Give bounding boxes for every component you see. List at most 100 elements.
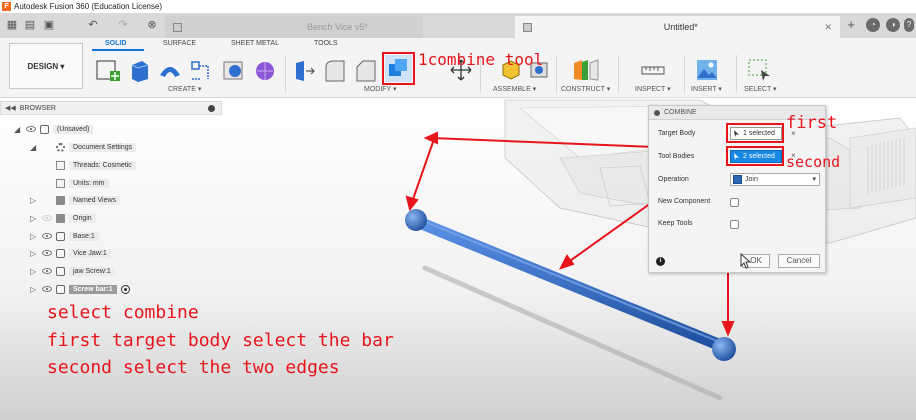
component-icon xyxy=(56,248,65,258)
expand-triangle-icon[interactable]: ▷ xyxy=(30,249,38,258)
collapse-icon[interactable]: ◀◀ xyxy=(5,104,16,112)
job-status-icon[interactable]: ◔ xyxy=(866,18,880,32)
visibility-eye-icon[interactable] xyxy=(42,268,52,274)
tab-sheet-metal[interactable]: SHEET METAL xyxy=(231,40,279,47)
tab-untitled[interactable]: Untitled* ✕ xyxy=(515,16,840,38)
expand-triangle-icon[interactable]: ▷ xyxy=(30,214,38,223)
create-form-icon[interactable] xyxy=(252,57,278,83)
group-assemble[interactable]: ASSEMBLE ▾ xyxy=(493,85,536,93)
tree-item-label: Threads: Cosmetic xyxy=(69,160,136,170)
group-select[interactable]: SELECT ▾ xyxy=(744,85,777,93)
tree-item-label: Vice Jaw:1 xyxy=(69,248,111,258)
cancel-button[interactable]: Cancel xyxy=(778,254,820,268)
tree-item-document-settings[interactable]: ◢ Document Settings xyxy=(30,140,137,154)
expand-triangle-icon[interactable]: ◢ xyxy=(30,143,38,152)
tree-item-label: Units: mm xyxy=(69,178,109,188)
close-doc-icon[interactable]: ⊗ xyxy=(146,17,158,33)
tab-solid[interactable]: SOLID xyxy=(105,40,126,47)
help-icon[interactable]: ? xyxy=(904,18,914,32)
info-icon[interactable]: i xyxy=(656,257,665,266)
group-inspect[interactable]: INSPECT ▾ xyxy=(635,85,671,93)
operation-dropdown[interactable]: Join ▾ xyxy=(730,173,820,186)
combine-icon[interactable] xyxy=(385,55,412,82)
tab-surface[interactable]: SURFACE xyxy=(163,40,196,47)
keep-tools-checkbox[interactable] xyxy=(730,220,739,229)
undo-icon[interactable]: ↶ xyxy=(86,17,100,33)
tree-item-origin[interactable]: ▷ Origin xyxy=(30,211,96,225)
measure-icon[interactable] xyxy=(640,57,666,83)
new-component-checkbox[interactable] xyxy=(730,198,739,207)
press-pull-icon[interactable] xyxy=(292,57,318,83)
group-separator xyxy=(285,55,286,93)
expand-triangle-icon[interactable]: ▷ xyxy=(30,285,38,294)
chamfer-icon[interactable] xyxy=(353,57,379,83)
window-select-icon[interactable] xyxy=(746,57,772,83)
workspace-switcher[interactable]: DESIGN ▾ xyxy=(9,43,83,89)
settings-doc-icon xyxy=(56,160,65,170)
settings-doc-icon xyxy=(56,178,65,188)
data-panel-grid-icon[interactable]: ▦ xyxy=(6,17,18,33)
fillet-icon[interactable] xyxy=(322,57,348,83)
sweep-icon[interactable] xyxy=(188,57,214,83)
expand-triangle-icon[interactable]: ▷ xyxy=(30,196,38,205)
tab-tools[interactable]: TOOLS xyxy=(314,40,338,47)
component-icon xyxy=(40,124,49,134)
mouse-cursor-icon xyxy=(740,253,752,269)
tree-item-label: Document Settings xyxy=(69,142,137,152)
component-icon xyxy=(56,284,65,294)
expand-triangle-icon[interactable]: ▷ xyxy=(30,267,38,276)
operation-value: Join xyxy=(745,176,758,183)
dialog-collapse-icon[interactable] xyxy=(654,109,660,116)
tree-item-label: Origin xyxy=(69,213,96,223)
tree-item-label: Named Views xyxy=(69,195,121,205)
redo-icon[interactable]: ↷ xyxy=(116,17,130,33)
revolve-icon[interactable] xyxy=(157,57,183,83)
gear-icon xyxy=(56,142,65,152)
visibility-eye-icon[interactable] xyxy=(26,126,36,132)
extrude-icon[interactable] xyxy=(126,57,152,83)
group-separator xyxy=(736,55,737,93)
tree-item-label: (Unsaved) xyxy=(53,124,94,134)
tree-item-root[interactable]: ◢ (Unsaved) xyxy=(14,122,94,136)
annotation-line-3: second select the two edges xyxy=(47,357,340,378)
component-icon xyxy=(56,231,65,241)
title-bar: F Autodesk Fusion 360 (Education License… xyxy=(0,0,916,13)
group-create[interactable]: CREATE ▾ xyxy=(168,85,201,93)
offset-plane-icon[interactable] xyxy=(570,57,602,83)
tree-item-screw-bar[interactable]: ▷ Screw bar:1 xyxy=(30,282,130,296)
tree-item-vice-jaw[interactable]: ▷ Vice Jaw:1 xyxy=(30,246,111,260)
active-tab-indicator xyxy=(92,49,144,51)
visibility-eye-icon[interactable] xyxy=(42,250,52,256)
close-tab-icon[interactable]: ✕ xyxy=(824,22,832,33)
file-menu-icon[interactable]: ▤ xyxy=(24,17,36,33)
tree-item-threads[interactable]: Threads: Cosmetic xyxy=(56,158,136,172)
group-modify[interactable]: MODIFY ▾ xyxy=(364,85,397,93)
tree-item-named-views[interactable]: ▷ Named Views xyxy=(30,193,121,207)
visibility-eye-icon[interactable] xyxy=(42,215,52,221)
annotation-combine-tool: 1combine tool xyxy=(418,50,544,69)
group-insert[interactable]: INSERT ▾ xyxy=(691,85,722,93)
annotation-first: first xyxy=(786,113,838,133)
insert-image-icon[interactable] xyxy=(694,57,720,83)
tree-item-units[interactable]: Units: mm xyxy=(56,176,109,190)
visibility-eye-icon[interactable] xyxy=(42,286,52,292)
new-tab-icon[interactable]: + xyxy=(844,17,858,33)
group-construct[interactable]: CONSTRUCT ▾ xyxy=(561,85,610,93)
tab-bench-vice[interactable]: Bench Vice v5* xyxy=(165,16,423,38)
notifications-icon[interactable]: ◑ xyxy=(886,18,900,32)
group-separator xyxy=(618,55,619,93)
dialog-title: COMBINE xyxy=(664,109,697,116)
keep-tools-label: Keep Tools xyxy=(658,220,693,227)
tree-item-jaw-screw[interactable]: ▷ jaw Screw:1 xyxy=(30,264,115,278)
browser-options-icon[interactable] xyxy=(208,104,215,112)
visibility-eye-icon[interactable] xyxy=(42,233,52,239)
loft-icon[interactable] xyxy=(220,57,246,83)
tree-item-base[interactable]: ▷ Base:1 xyxy=(30,229,99,243)
annotation-second: second xyxy=(786,153,841,171)
activate-radio-icon[interactable] xyxy=(120,284,130,294)
save-icon[interactable]: ▣ xyxy=(42,17,56,33)
document-icon xyxy=(173,22,182,32)
expand-triangle-icon[interactable]: ◢ xyxy=(14,125,22,134)
expand-triangle-icon[interactable]: ▷ xyxy=(30,232,38,241)
create-sketch-icon[interactable] xyxy=(95,57,122,83)
